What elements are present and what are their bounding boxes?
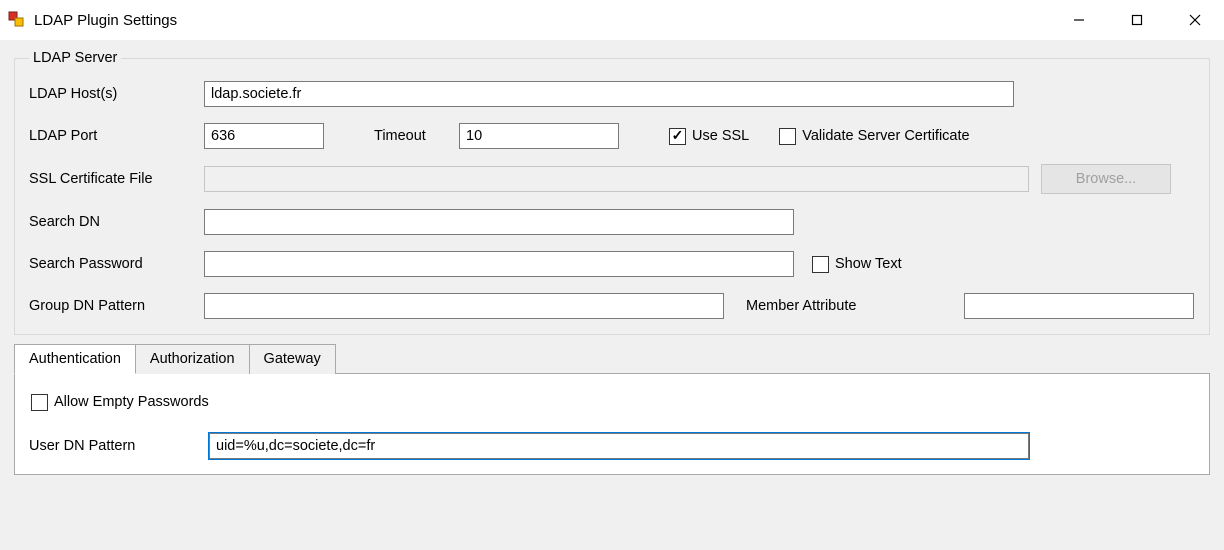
user-dn-label: User DN Pattern — [29, 438, 209, 454]
window: LDAP Plugin Settings LDAP Server LDAP Ho — [0, 0, 1224, 550]
member-attr-input[interactable] — [964, 293, 1194, 319]
user-dn-input[interactable] — [209, 433, 1029, 459]
ssl-cert-input — [204, 166, 1029, 192]
search-password-input[interactable] — [204, 251, 794, 277]
show-text-label: Show Text — [835, 256, 902, 272]
allow-empty-label: Allow Empty Passwords — [54, 394, 209, 410]
tab-page-authentication: Allow Empty Passwords User DN Pattern — [14, 373, 1210, 475]
validate-cert-label: Validate Server Certificate — [802, 128, 969, 144]
ldap-server-legend: LDAP Server — [29, 50, 121, 66]
ldap-server-group: LDAP Server LDAP Host(s) LDAP Port Timeo… — [14, 50, 1210, 335]
timeout-label: Timeout — [374, 128, 459, 144]
allow-empty-passwords-checkbox[interactable]: Allow Empty Passwords — [31, 394, 209, 411]
ldap-host-input[interactable] — [204, 81, 1014, 107]
show-text-box — [812, 256, 829, 273]
maximize-button[interactable] — [1108, 2, 1166, 38]
window-title: LDAP Plugin Settings — [34, 12, 177, 29]
use-ssl-label: Use SSL — [692, 128, 749, 144]
titlebar: LDAP Plugin Settings — [0, 0, 1224, 40]
ssl-cert-label: SSL Certificate File — [29, 171, 204, 187]
app-icon — [8, 11, 26, 29]
ldap-host-label: LDAP Host(s) — [29, 86, 204, 102]
group-dn-label: Group DN Pattern — [29, 298, 204, 314]
search-dn-label: Search DN — [29, 214, 204, 230]
member-attr-label: Member Attribute — [746, 298, 886, 314]
title-left: LDAP Plugin Settings — [8, 11, 177, 29]
minimize-button[interactable] — [1050, 2, 1108, 38]
show-text-checkbox[interactable]: Show Text — [812, 256, 902, 273]
tab-authorization[interactable]: Authorization — [135, 344, 250, 374]
group-dn-input[interactable] — [204, 293, 724, 319]
search-dn-input[interactable] — [204, 209, 794, 235]
tab-control: Authentication Authorization Gateway All… — [14, 343, 1210, 475]
window-controls — [1050, 2, 1224, 38]
ldap-port-label: LDAP Port — [29, 128, 204, 144]
use-ssl-box — [669, 128, 686, 145]
browse-button: Browse... — [1041, 164, 1171, 194]
tab-authentication[interactable]: Authentication — [14, 344, 136, 374]
client-area: LDAP Server LDAP Host(s) LDAP Port Timeo… — [0, 40, 1224, 550]
close-button[interactable] — [1166, 2, 1224, 38]
timeout-input[interactable] — [459, 123, 619, 149]
validate-cert-checkbox[interactable]: Validate Server Certificate — [779, 128, 969, 145]
ldap-port-input[interactable] — [204, 123, 324, 149]
use-ssl-checkbox[interactable]: Use SSL — [669, 128, 749, 145]
tab-gateway[interactable]: Gateway — [249, 344, 336, 374]
allow-empty-box — [31, 394, 48, 411]
validate-cert-box — [779, 128, 796, 145]
search-password-label: Search Password — [29, 256, 204, 272]
tab-strip: Authentication Authorization Gateway — [14, 344, 1210, 374]
